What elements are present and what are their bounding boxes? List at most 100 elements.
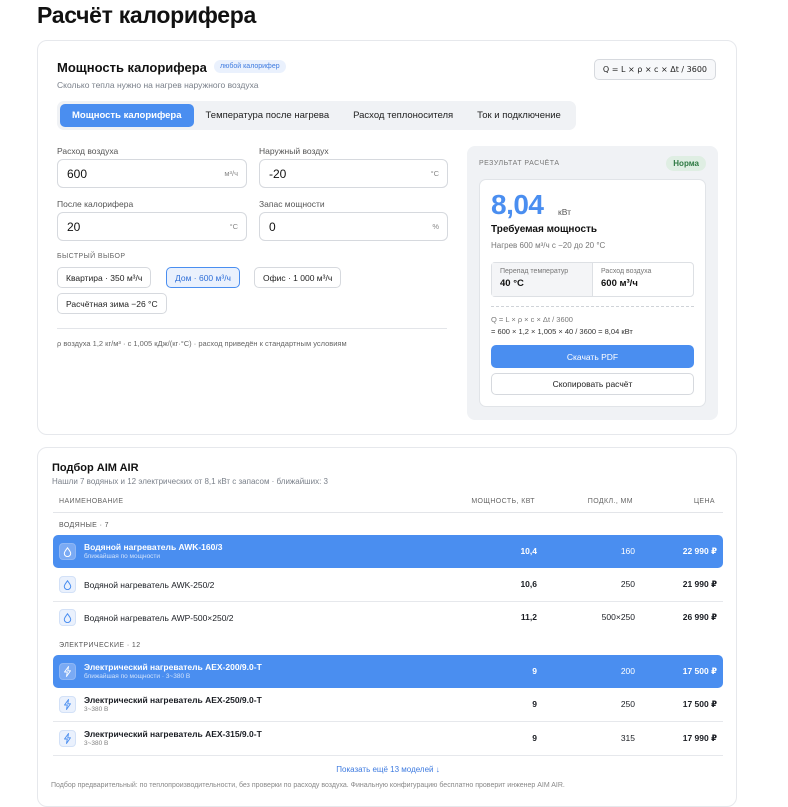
row-sub: ближайшая по мощности: [84, 553, 161, 560]
droplet-icon: [59, 609, 76, 626]
tab-current[interactable]: Ток и подключение: [465, 104, 573, 127]
row-size: 250: [620, 699, 635, 709]
result-caption-sub: Нагрев 600 м³/ч с −20 до 20 °C: [491, 241, 606, 250]
air-flow-value[interactable]: 600: [67, 167, 87, 181]
row-name: Электрический нагреватель AEX-200/9.0-T: [84, 662, 262, 672]
calc-note: ρ воздуха 1,2 кг/м³ · c 1,005 кДж/(кг·°C…: [57, 339, 347, 348]
quick-house-chip[interactable]: Дом · 600 м³/ч: [166, 267, 240, 288]
table-row[interactable]: Электрический нагреватель AEX-315/9.0-T …: [53, 722, 723, 756]
table-row[interactable]: Электрический нагреватель AEX-200/9.0-T …: [53, 655, 723, 688]
reserve-unit: %: [432, 222, 439, 231]
row-name: Водяной нагреватель AWK-160/3: [84, 542, 223, 552]
result-formula: Q = L × ρ × c × Δt / 3600: [491, 315, 573, 324]
row-size: 160: [620, 546, 635, 556]
page-title: Расчёт калорифера: [37, 2, 257, 28]
result-caption: Требуемая мощность: [491, 224, 598, 235]
delta-cell: Перепад температур 40 °C: [492, 263, 593, 296]
water-group-label: ВОДЯНЫЕ · 7: [59, 522, 109, 529]
air-flow-unit: м³/ч: [224, 169, 238, 178]
calc-tabs: Мощность калорифера Температура после на…: [57, 101, 576, 130]
row-power: 10,4: [520, 546, 537, 556]
row-price: 17 500 ₽: [682, 699, 717, 709]
row-power: 9: [532, 733, 537, 743]
row-power: 10,6: [520, 579, 537, 589]
droplet-icon: [59, 543, 76, 560]
row-size: 250: [620, 579, 635, 589]
flow-value: 600 м³/ч: [601, 278, 638, 289]
bolt-icon: [59, 696, 76, 713]
outdoor-temp-field[interactable]: -20 °C: [259, 159, 448, 188]
formula-chip: Q = L × ρ × c × Δt / 3600: [593, 59, 716, 80]
row-size: 200: [620, 666, 635, 676]
after-heater-field[interactable]: 20 °C: [57, 212, 247, 241]
row-name: Электрический нагреватель AEX-250/9.0-T: [84, 695, 262, 705]
calc-title: Мощность калорифера: [57, 60, 207, 75]
reserve-value[interactable]: 0: [269, 220, 276, 234]
outdoor-temp-value[interactable]: -20: [269, 167, 286, 181]
pick-card: Подбор AIM AIR Нашли 7 водяных и 12 элек…: [37, 447, 737, 807]
delta-value: 40 °C: [500, 278, 524, 289]
row-price: 17 500 ₽: [682, 666, 717, 676]
quick-office-chip[interactable]: Офис · 1 000 м³/ч: [254, 267, 342, 288]
row-price: 22 990 ₽: [682, 546, 717, 556]
download-pdf-button[interactable]: Скачать PDF: [491, 345, 694, 368]
row-price: 21 990 ₽: [682, 579, 717, 589]
row-sub: 3~380 В: [84, 706, 109, 713]
header-price: ЦЕНА: [693, 498, 715, 505]
air-flow-field[interactable]: 600 м³/ч: [57, 159, 247, 188]
delta-label: Перепад температур: [500, 268, 569, 275]
result-label: РЕЗУЛЬТАТ РАСЧЁТА: [479, 160, 560, 167]
air-flow-label: Расход воздуха: [57, 146, 119, 156]
after-heater-label: После калорифера: [57, 199, 134, 209]
header-divider: [53, 512, 723, 513]
row-power: 9: [532, 666, 537, 676]
table-row[interactable]: Водяной нагреватель AWK-160/3 ближайшая …: [53, 535, 723, 568]
result-panel: РЕЗУЛЬТАТ РАСЧЁТА Норма 8,04 кВт Требуем…: [467, 146, 718, 420]
copy-calculation-button[interactable]: Скопировать расчёт: [491, 373, 694, 395]
table-row[interactable]: Электрический нагреватель AEX-250/9.0-T …: [53, 688, 723, 722]
row-name: Электрический нагреватель AEX-315/9.0-T: [84, 729, 262, 739]
outdoor-temp-unit: °C: [430, 169, 439, 178]
result-formula-calc: = 600 × 1,2 × 1,005 × 40 / 3600 = 8,04 к…: [491, 327, 633, 336]
electric-group-label: ЭЛЕКТРИЧЕСКИЕ · 12: [59, 642, 141, 649]
tab-coolant-flow[interactable]: Расход теплоносителя: [341, 104, 465, 127]
row-divider: [53, 755, 723, 756]
show-more-link[interactable]: Показать ещё 13 моделей ↓: [38, 765, 738, 774]
quick-apartment-chip[interactable]: Квартира · 350 м³/ч: [57, 267, 152, 288]
divider: [57, 328, 447, 329]
bolt-icon: [59, 663, 76, 680]
result-details: Перепад температур 40 °C Расход воздуха …: [491, 262, 694, 297]
row-price: 17 990 ₽: [682, 733, 717, 743]
header-size: ПОДКЛ., ММ: [587, 498, 633, 505]
dashed-divider: [491, 306, 694, 307]
table-row[interactable]: Водяной нагреватель AWK-250/2 10,6 250 2…: [53, 568, 723, 602]
calc-card: Мощность калорифера любой калорифер Скол…: [37, 40, 737, 435]
after-heater-value[interactable]: 20: [67, 220, 80, 234]
reserve-label: Запас мощности: [259, 199, 325, 209]
header-power: МОЩНОСТЬ, КВТ: [471, 498, 535, 505]
flow-label: Расход воздуха: [601, 268, 652, 275]
row-power: 11,2: [520, 612, 537, 622]
tab-temperature[interactable]: Температура после нагрева: [194, 104, 342, 127]
bolt-icon: [59, 730, 76, 747]
outdoor-label: Наружный воздух: [259, 146, 329, 156]
row-size: 500×250: [601, 612, 635, 622]
result-unit: кВт: [558, 207, 571, 217]
tab-power[interactable]: Мощность калорифера: [60, 104, 194, 127]
row-sub: 3~380 В: [84, 740, 109, 747]
row-price: 26 990 ₽: [682, 612, 717, 622]
quick-select-label: БЫСТРЫЙ ВЫБОР: [57, 253, 126, 260]
row-name: Водяной нагреватель AWP-500×250/2: [84, 613, 234, 623]
status-badge: Норма: [666, 156, 706, 171]
reserve-field[interactable]: 0 %: [259, 212, 448, 241]
header-name: НАИМЕНОВАНИЕ: [59, 498, 124, 505]
flow-cell: Расход воздуха 600 м³/ч: [593, 263, 693, 296]
calc-subtitle: Сколько тепла нужно на нагрев наружного …: [57, 80, 259, 90]
droplet-icon: [59, 576, 76, 593]
pick-subtitle: Нашли 7 водяных и 12 электрических от 8,…: [52, 477, 328, 486]
row-size: 315: [620, 733, 635, 743]
table-row[interactable]: Водяной нагреватель AWP-500×250/2 11,2 5…: [53, 601, 723, 634]
result-value: 8,04: [491, 189, 544, 220]
any-heater-badge: любой калорифер: [214, 60, 286, 73]
quick-winter-chip[interactable]: Расчётная зима −26 °C: [57, 293, 167, 314]
